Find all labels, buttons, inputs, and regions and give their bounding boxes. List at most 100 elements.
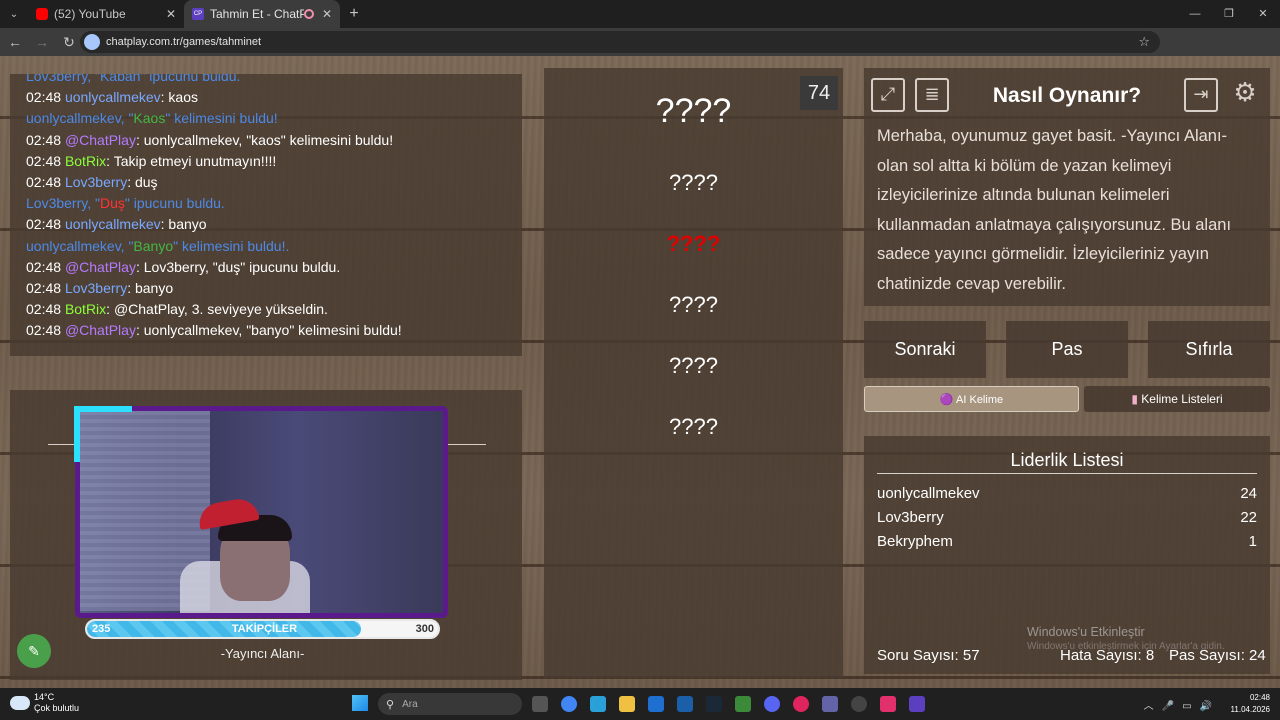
pass-button[interactable]: Pas <box>1006 321 1128 378</box>
tab-strip: ⌄ (52) YouTube ✕ CP Tahmin Et - ChatPlay… <box>0 0 1280 28</box>
clock-time: 02:48 <box>1249 693 1270 702</box>
word-lists-label: Kelime Listeleri <box>1141 392 1223 406</box>
gear-icon[interactable]: ⚙ <box>1228 78 1262 112</box>
close-window-icon[interactable]: ✕ <box>1246 0 1280 28</box>
forbidden-word-found: ???? <box>666 231 721 256</box>
reset-button[interactable]: Sıfırla <box>1148 321 1270 378</box>
exit-icon[interactable]: ⇥ <box>1184 78 1218 112</box>
player-score: 1 <box>1248 533 1257 550</box>
chat-username: BotRix <box>64 301 107 318</box>
chat-message: 02:48 @ChatPlay: uonlycallmekev, "banyo"… <box>26 320 506 341</box>
taskbar: 14°C Çok bulutlu ⚲ Ara ︿🎤▭🔊 02:48 11.04.… <box>0 688 1280 720</box>
tab-chatplay[interactable]: CP Tahmin Et - ChatPlay ✕ <box>184 0 340 28</box>
bookmark-star-icon[interactable]: ☆ <box>1138 34 1150 50</box>
minecraft-icon[interactable] <box>735 696 751 712</box>
activation-watermark: Windows'u Etkinleştir <box>1027 625 1145 639</box>
close-tab-icon[interactable]: ✕ <box>322 7 332 21</box>
back-icon[interactable]: ← <box>3 34 27 50</box>
next-button[interactable]: Sonraki <box>864 321 986 378</box>
clock-date: 11.04.2026 <box>1230 705 1270 714</box>
forward-icon[interactable]: → <box>30 34 54 50</box>
maximize-icon[interactable]: ❐ <box>1212 0 1246 28</box>
tab-title: (52) YouTube <box>54 7 126 21</box>
follower-progress-bar: 235 TAKİPÇİLER 300 <box>85 619 440 639</box>
desktop-app-icon[interactable] <box>590 696 606 712</box>
minimize-icon[interactable]: — <box>1178 0 1212 28</box>
steam-icon[interactable] <box>706 696 722 712</box>
new-tab-button[interactable]: + <box>340 5 368 23</box>
chat-time: 02:48 <box>26 258 62 275</box>
chat-username: BotRix <box>64 152 107 169</box>
instagram-icon[interactable] <box>880 696 896 712</box>
streamer-area-label: -Yayıncı Alanı- <box>220 646 305 661</box>
chat-message: uonlycallmekev, "Kaos" kelimesini buldu! <box>26 108 506 129</box>
url-text: chatplay.com.tr/games/tahminet <box>106 36 262 48</box>
close-tab-icon[interactable]: ✕ <box>166 7 176 21</box>
edge-icon[interactable] <box>648 696 664 712</box>
tab-search-icon[interactable]: ⌄ <box>0 0 28 28</box>
site-info-icon[interactable] <box>84 34 100 50</box>
chat-text: : banyo <box>127 280 174 297</box>
word-lists-button[interactable]: ▮ Kelime Listeleri <box>1084 386 1270 412</box>
ai-word-button[interactable]: 🟣 AI Kelime <box>864 386 1079 412</box>
chat-panel: Lov3berry, "Kaban" ipucunu buldu. 02:48 u… <box>10 74 522 356</box>
window-controls: — ❐ ✕ <box>1178 0 1280 28</box>
search-placeholder: Ara <box>402 698 418 710</box>
game-page: Lov3berry, "Kaban" ipucunu buldu. 02:48 u… <box>0 56 1280 688</box>
chat-message: 02:48 @ChatPlay: Lov3berry, "duş" ipucun… <box>26 257 506 278</box>
teams-icon[interactable] <box>822 696 838 712</box>
toolbar: ← → ↻ chatplay.com.tr/games/tahminet ☆ ⬢… <box>0 28 1280 76</box>
chat-message: uonlycallmekev, "Banyo" kelimesini buldu… <box>26 236 506 257</box>
chat-text: : uonlycallmekev, "banyo" kelimesini bul… <box>135 322 402 339</box>
error-count: Hata Sayısı: 8 <box>1060 647 1155 664</box>
chat-time: 02:48 <box>26 322 62 339</box>
chrome-icon[interactable] <box>561 696 577 712</box>
chat-username: @ChatPlay <box>64 131 136 148</box>
address-bar[interactable]: chatplay.com.tr/games/tahminet ☆ <box>80 31 1160 53</box>
chat-message: Lov3berry, "Kaban" ipucunu buldu. <box>26 74 506 87</box>
chat-time: 02:48 <box>26 174 62 191</box>
chat-message: 02:48 BotRix: @ChatPlay, 3. seviyeye yük… <box>26 299 506 320</box>
tab-title: Tahmin Et - ChatPlay <box>210 7 304 21</box>
clock[interactable]: 02:48 11.04.2026 <box>1231 692 1270 716</box>
chat-text: : Takip etmeyi unutmayın!!!! <box>106 152 277 169</box>
forbidden-word: ???? <box>669 353 718 378</box>
leaderboard-title: Liderlik Listesi <box>1010 450 1124 470</box>
chat-time: 02:48 <box>26 301 62 318</box>
task-view-icon[interactable] <box>532 696 548 712</box>
app-icon[interactable] <box>909 696 925 712</box>
chat-username: uonlycallmekev <box>64 216 161 233</box>
how-to-play-text: Merhaba, oyunumuz gayet basit. -Yayıncı … <box>877 127 1232 293</box>
discord-icon[interactable] <box>764 696 780 712</box>
system-tray[interactable]: ︿🎤▭🔊 <box>1144 697 1220 712</box>
robot-icon: 🟣 <box>939 394 957 406</box>
start-icon[interactable] <box>352 695 368 711</box>
app-icon[interactable] <box>793 696 809 712</box>
chatplay-icon: CP <box>192 8 204 20</box>
chat-message: 02:48 uonlycallmekev: banyo <box>26 214 506 235</box>
chat-username: Lov3berry <box>64 280 128 297</box>
chat-text: : duş <box>127 174 158 191</box>
chat-text: : Lov3berry, "duş" ipucunu buldu. <box>135 258 341 275</box>
taskbar-search[interactable]: ⚲ Ara <box>378 693 522 715</box>
divider <box>447 444 486 445</box>
chat-message: 02:48 uonlycallmekev: kaos <box>26 87 506 108</box>
reload-icon[interactable]: ↻ <box>57 34 81 51</box>
list-icon: ▮ <box>1131 392 1142 406</box>
chat-info-text: uonlycallmekev, " <box>26 110 134 127</box>
file-explorer-icon[interactable] <box>619 696 635 712</box>
tab-youtube[interactable]: (52) YouTube ✕ <box>28 0 184 28</box>
temperature: 14°C <box>34 692 55 702</box>
chat-info-text: " kelimesini buldu!. <box>173 237 290 254</box>
obs-icon[interactable] <box>851 696 867 712</box>
pass-count: Pas Sayısı: 24 <box>1169 647 1266 664</box>
mail-icon[interactable] <box>677 696 693 712</box>
forbidden-word: ???? <box>669 292 718 317</box>
follower-max: 300 <box>415 623 434 635</box>
player-name: Bekryphem <box>877 533 953 550</box>
pen-icon[interactable]: ✎ <box>17 634 51 668</box>
forbidden-word: ???? <box>669 170 718 195</box>
weather-widget[interactable]: 14°C Çok bulutlu <box>10 692 79 714</box>
chat-text: : banyo <box>160 216 207 233</box>
ai-word-label: AI Kelime <box>956 394 1004 406</box>
